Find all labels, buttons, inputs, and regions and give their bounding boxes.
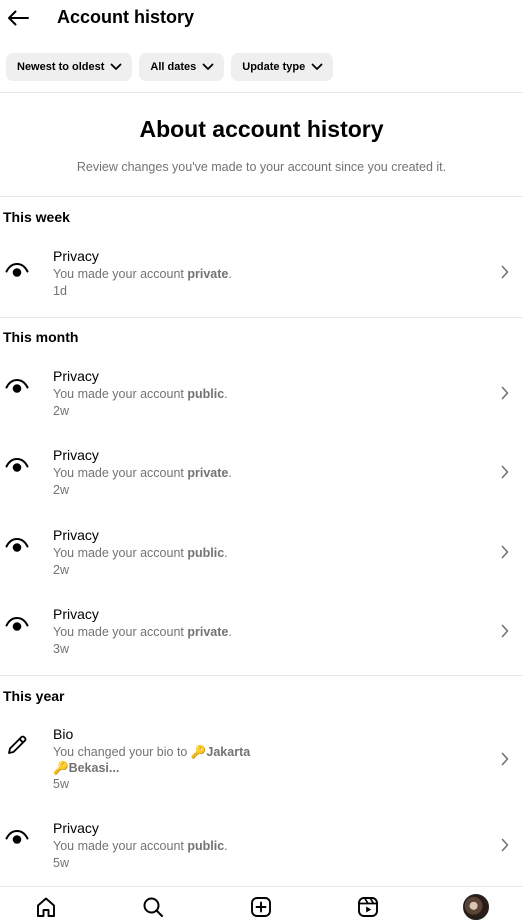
section-title-this-month: This month [3,329,79,345]
chevron-right-icon [498,751,512,767]
chevron-right-icon [498,837,512,853]
header: Account history [0,0,523,36]
date-filter-chip[interactable]: All dates [139,53,225,81]
nav-search-button[interactable] [140,894,166,920]
about-title: About account history [139,116,384,142]
item-title: Privacy [53,606,99,622]
search-icon [143,897,163,917]
eye-icon [5,613,29,637]
item-time: 5w [53,777,69,791]
sort-filter-label: Newest to oldest [17,61,105,73]
about-subtitle: Review changes you've made to your accou… [76,160,447,174]
item-description: You made your account private. [53,625,232,639]
filter-bar: Newest to oldest All dates Update type [6,53,334,81]
history-item[interactable]: Privacy You made your account public. 5w [0,819,523,873]
history-item[interactable]: Privacy You made your account private. 1… [0,247,523,301]
item-description: You made your account public. [53,546,228,560]
history-item[interactable]: Privacy You made your account public. 2w [0,526,523,580]
chevron-down-icon [111,63,122,70]
history-item[interactable]: Privacy You made your account public. 2w [0,367,523,421]
home-icon [37,897,55,917]
item-title: Bio [53,726,74,742]
history-item[interactable]: Privacy You made your account private. 3… [0,605,523,659]
item-description: You made your account private. [53,466,232,480]
date-filter-label: All dates [150,61,197,73]
item-description: You made your account private. [53,267,232,281]
avatar [463,894,489,920]
item-title: Privacy [53,447,99,463]
item-time: 2w [53,483,69,497]
nav-reels-button[interactable] [355,894,381,920]
nav-create-button[interactable] [248,894,274,920]
chevron-right-icon [498,464,512,480]
bottom-nav [0,886,523,921]
update-type-filter-chip[interactable]: Update type [231,53,334,81]
eye-icon [5,534,29,558]
item-description: You made your account public. [53,387,228,401]
history-item[interactable]: Bio You changed your bio to 🔑Jakarta 🔑Be… [0,725,523,793]
eye-icon [5,826,29,850]
chevron-right-icon [498,623,512,639]
divider [0,317,523,318]
back-button[interactable] [5,6,31,30]
history-item[interactable]: Privacy You made your account private. 2… [0,446,523,500]
item-title: Privacy [53,527,99,543]
item-description: You changed your bio to 🔑Jakarta 🔑Bekasi… [53,745,251,775]
eye-icon [5,454,29,478]
item-time: 3w [53,642,69,656]
section-title-this-year: This year [3,688,65,704]
update-type-filter-label: Update type [242,61,306,73]
page-title: Account history [57,7,195,27]
divider [0,196,523,197]
chevron-down-icon [311,63,323,70]
item-title: Privacy [53,248,99,264]
nav-profile-button[interactable] [463,894,489,920]
eye-icon [5,259,29,283]
item-description: You made your account public. [53,839,228,853]
reels-icon [358,897,378,917]
arrow-left-icon [8,10,29,26]
item-time: 1d [53,284,67,298]
item-time: 2w [53,563,69,577]
pencil-icon [5,733,29,757]
chevron-right-icon [498,544,512,560]
sort-filter-chip[interactable]: Newest to oldest [6,53,133,81]
eye-icon [5,375,29,399]
section-title-this-week: This week [3,209,70,225]
plus-square-icon [251,897,271,917]
chevron-right-icon [498,264,512,280]
divider [0,675,523,676]
nav-home-button[interactable] [33,894,59,920]
chevron-down-icon [202,63,214,70]
item-time: 5w [53,856,69,870]
divider [0,92,523,93]
chevron-right-icon [498,385,512,401]
item-time: 2w [53,404,69,418]
item-title: Privacy [53,820,99,836]
item-title: Privacy [53,368,99,384]
